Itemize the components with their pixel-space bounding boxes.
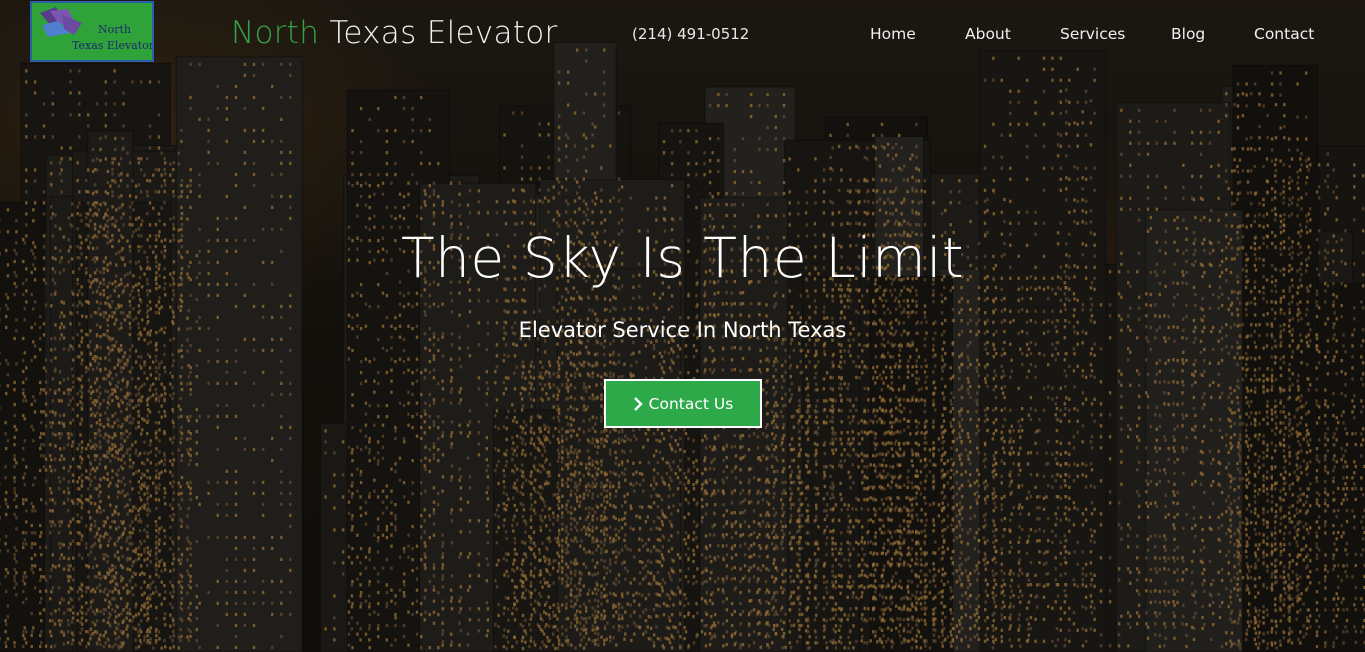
- contact-us-label: Contact Us: [648, 394, 734, 413]
- nav-contact[interactable]: Contact: [1254, 25, 1314, 43]
- nav-services[interactable]: Services: [1060, 25, 1125, 43]
- brand-name-part2: Texas Elevator: [329, 15, 558, 51]
- hero-title: The Sky Is The Limit: [400, 226, 965, 290]
- phone-number-link[interactable]: (214) 491-0512: [632, 25, 749, 43]
- nav-home[interactable]: Home: [870, 25, 916, 43]
- hero-subtitle: Elevator Service In North Texas: [518, 318, 847, 342]
- logo-text-line2: Texas Elevator: [72, 39, 154, 52]
- brand-name-part1: North: [231, 15, 320, 51]
- nav-blog[interactable]: Blog: [1171, 25, 1205, 43]
- site-logo[interactable]: North Texas Elevator: [30, 1, 154, 62]
- site-brand-name[interactable]: North Texas Elevator: [231, 15, 558, 51]
- nav-about[interactable]: About: [965, 25, 1011, 43]
- contact-us-button[interactable]: Contact Us: [604, 379, 762, 428]
- chevron-right-icon: [633, 396, 643, 411]
- site-header: North Texas Elevator North Texas Elevato…: [0, 0, 1365, 66]
- logo-text-line1: North: [98, 23, 132, 36]
